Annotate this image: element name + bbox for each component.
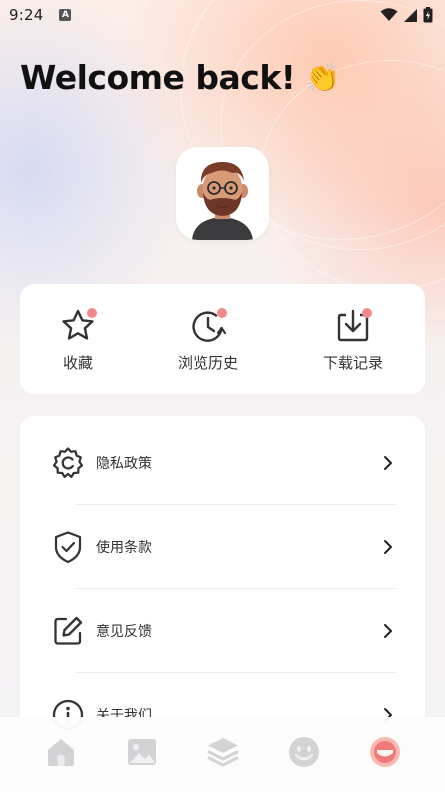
quick-action-label: 浏览历史	[177, 354, 238, 372]
menu-item-terms-of-use[interactable]: 使用条款	[50, 517, 395, 577]
home-icon	[47, 738, 74, 766]
quick-action-history[interactable]: 浏览历史	[153, 306, 263, 373]
signal-icon	[404, 8, 417, 22]
profile-icon	[369, 736, 400, 767]
menu-item-label: 隐私政策	[96, 456, 152, 472]
unread-dot	[217, 308, 227, 318]
notification-icon: A	[59, 9, 72, 21]
menu-item-label: 使用条款	[96, 540, 152, 556]
battery-icon	[423, 7, 433, 23]
bottom-tab-bar	[0, 717, 445, 792]
quick-action-label: 收藏	[62, 354, 93, 372]
tab-home[interactable]	[38, 729, 84, 775]
chevron-right-icon	[384, 456, 392, 470]
divider	[76, 588, 396, 589]
menu-item-label: 意见反馈	[96, 624, 152, 640]
image-icon	[127, 738, 156, 765]
clapping-hands-icon: 👏	[305, 61, 340, 94]
edit-icon	[50, 613, 86, 649]
download-icon	[333, 306, 373, 346]
shield-check-icon	[50, 529, 86, 565]
status-time: 9:24	[9, 6, 44, 24]
unread-dot	[362, 308, 372, 318]
tab-profile[interactable]	[362, 729, 408, 775]
star-icon	[58, 306, 98, 346]
unread-dot	[87, 308, 97, 318]
avatar-illustration	[176, 147, 269, 240]
layers-icon	[206, 737, 239, 766]
history-icon	[188, 306, 228, 346]
welcome-text: Welcome back!	[20, 58, 296, 97]
page-title: Welcome back! 👏	[20, 58, 340, 97]
chevron-right-icon	[384, 540, 392, 554]
settings-menu-card: 隐私政策 使用条款 意见反馈 关于我们	[20, 416, 425, 756]
wifi-icon	[380, 8, 398, 21]
quick-action-favorites[interactable]: 收藏	[23, 306, 133, 373]
quick-action-label: 下载记录	[322, 354, 383, 372]
quick-actions-card: 收藏 浏览历史 下载记录	[20, 284, 425, 394]
status-bar: 9:24 A	[0, 0, 445, 30]
avatar[interactable]	[176, 147, 269, 240]
quick-action-downloads[interactable]: 下载记录	[298, 306, 408, 373]
smiley-icon	[288, 736, 319, 767]
divider	[76, 504, 396, 505]
tab-emoji[interactable]	[281, 729, 327, 775]
gear-icon	[50, 445, 86, 481]
tab-gallery[interactable]	[119, 729, 165, 775]
menu-item-feedback[interactable]: 意见反馈	[50, 601, 395, 661]
divider	[76, 672, 396, 673]
chevron-right-icon	[384, 624, 392, 638]
menu-item-privacy-policy[interactable]: 隐私政策	[50, 433, 395, 493]
status-icons	[380, 7, 433, 23]
tab-collections[interactable]	[200, 729, 246, 775]
